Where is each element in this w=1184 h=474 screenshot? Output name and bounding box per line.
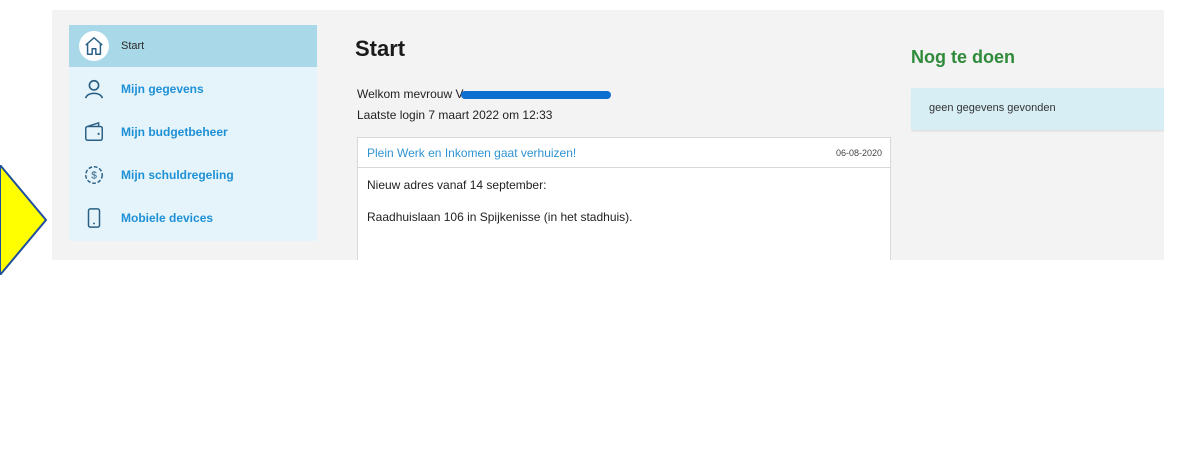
debt-coin-icon: $ <box>81 162 107 188</box>
sidebar-item-mobiele-devices[interactable]: Mobiele devices <box>69 197 317 239</box>
sidebar-item-start[interactable]: Start <box>69 25 317 67</box>
news-date: 06-08-2020 <box>835 148 882 158</box>
todo-empty-text: geen gegevens gevonden <box>929 102 1056 114</box>
welcome-text: Welkom mevrouw V <box>357 87 464 101</box>
todo-empty-box: geen gegevens gevonden <box>911 88 1164 130</box>
user-icon <box>81 76 107 102</box>
sidebar-item-label: Start <box>121 40 145 52</box>
redacted-name-bar <box>461 90 612 99</box>
sidebar-item-label: Mijn schuldregeling <box>121 168 234 182</box>
sidebar-item-label: Mijn gegevens <box>121 82 204 96</box>
pointer-arrow-icon <box>0 165 48 275</box>
sidebar-item-label: Mijn budgetbeheer <box>121 125 228 139</box>
wallet-icon <box>81 119 107 145</box>
news-card: Plein Werk en Inkomen gaat verhuizen! 06… <box>357 137 891 260</box>
page-title: Start <box>355 36 406 61</box>
app-panel: Start Mijn gegevens Mijn budgetbeheer $ … <box>52 10 1164 260</box>
news-header: Plein Werk en Inkomen gaat verhuizen! 06… <box>358 138 890 168</box>
todo-title: Nog te doen <box>911 47 1015 67</box>
sidebar-item-mijn-gegevens[interactable]: Mijn gegevens <box>69 68 317 110</box>
mobile-device-icon <box>81 205 107 231</box>
welcome-message: Welkom mevrouw V <box>357 87 612 101</box>
last-login-text: Laatste login 7 maart 2022 om 12:33 <box>357 108 553 122</box>
news-body-line: Raadhuislaan 106 in Spijkenisse (in het … <box>367 210 633 224</box>
news-title-link[interactable]: Plein Werk en Inkomen gaat verhuizen! <box>367 146 576 160</box>
home-icon <box>79 31 109 61</box>
sidebar-nav: Start Mijn gegevens Mijn budgetbeheer $ … <box>69 25 317 241</box>
sidebar-item-mijn-budgetbeheer[interactable]: Mijn budgetbeheer <box>69 111 317 153</box>
sidebar-item-mijn-schuldregeling[interactable]: $ Mijn schuldregeling <box>69 154 317 196</box>
sidebar-item-label: Mobiele devices <box>121 211 214 225</box>
news-body-line: Nieuw adres vanaf 14 september: <box>367 178 547 192</box>
svg-text:$: $ <box>91 171 97 182</box>
